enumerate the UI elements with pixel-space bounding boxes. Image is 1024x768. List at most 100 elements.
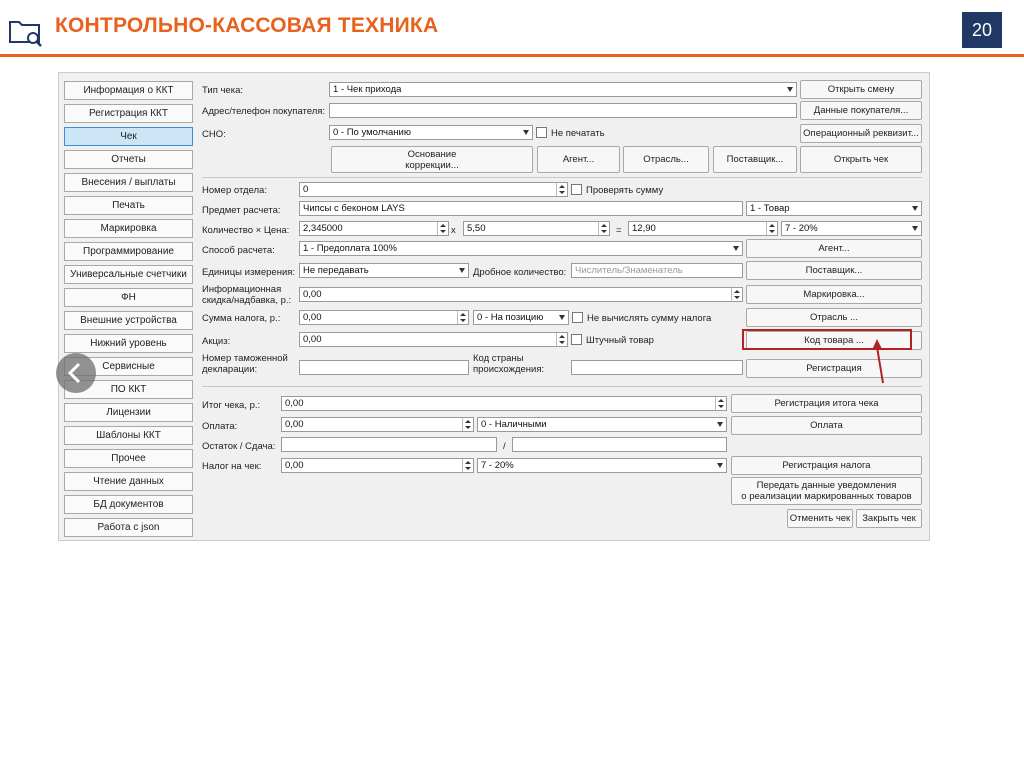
spinner-icon[interactable] (598, 222, 609, 235)
tax-sum-input[interactable]: 0,00 (299, 310, 469, 325)
change-label: Остаток / Сдача: (202, 441, 276, 452)
fraction-input[interactable]: Числитель/Знаменатель (571, 263, 743, 278)
country-label-2: происхождения: (473, 364, 545, 375)
no-print-checkbox[interactable] (536, 127, 547, 138)
header-agent-button[interactable]: Агент... (537, 146, 620, 173)
department-input[interactable]: 0 (299, 182, 568, 197)
sidebar-item-kkt-templates[interactable]: Шаблоны ККТ (64, 426, 193, 445)
spinner-icon[interactable] (556, 183, 567, 196)
vat-value: 7 - 20% (785, 223, 818, 234)
payment-method-select[interactable]: 1 - Предоплата 100% (299, 241, 743, 256)
sidebar-item-external-devices[interactable]: Внешние устройства (64, 311, 193, 330)
sidebar-item-universal-counters[interactable]: Универсальные счетчики (64, 265, 193, 284)
sidebar-item-cash-in-out[interactable]: Внесения / выплаты (64, 173, 193, 192)
spinner-icon[interactable] (437, 222, 448, 235)
check-sum-checkbox[interactable] (571, 184, 582, 195)
cancel-receipt-button[interactable]: Отменить чек (787, 509, 853, 528)
sidebar-item-read-data[interactable]: Чтение данных (64, 472, 193, 491)
total-input[interactable]: 12,90 (628, 221, 778, 236)
open-receipt-button[interactable]: Открыть чек (800, 146, 922, 173)
payment-input[interactable]: 0,00 (281, 417, 474, 432)
tax-system-select[interactable]: 0 - По умолчанию (329, 125, 533, 140)
title-divider (0, 54, 1024, 57)
receipt-total-input[interactable]: 0,00 (281, 396, 727, 411)
no-calc-tax-checkbox[interactable] (572, 312, 583, 323)
sidebar-item-licenses[interactable]: Лицензии (64, 403, 193, 422)
close-receipt-button[interactable]: Закрыть чек (856, 509, 922, 528)
customs-declaration-input[interactable] (299, 360, 469, 375)
register-total-button[interactable]: Регистрация итога чека (731, 394, 922, 413)
remainder-input[interactable] (281, 437, 497, 452)
chevron-down-icon (912, 226, 918, 231)
chevron-down-icon (787, 87, 793, 92)
correction-basis-line1: Основание (407, 149, 457, 160)
spinner-icon[interactable] (715, 397, 726, 410)
slash-separator: / (503, 441, 506, 452)
kkt-app-window: Информация о ККТ Регистрация ККТ Чек Отч… (58, 72, 930, 541)
customs-label-2: декларации: (202, 364, 258, 375)
receipt-total-value: 0,00 (285, 398, 304, 409)
spinner-icon[interactable] (462, 459, 473, 472)
spinner-icon[interactable] (731, 288, 742, 301)
units-select[interactable]: Не передавать (299, 263, 469, 278)
subject-input[interactable]: Чипсы с беконом LAYS (299, 201, 743, 216)
operational-attribute-button[interactable]: Операционный реквизит... (800, 124, 922, 143)
times-sign: x (451, 225, 456, 236)
open-shift-button[interactable]: Открыть смену (800, 80, 922, 99)
quantity-input[interactable]: 2,345000 (299, 221, 449, 236)
price-input[interactable]: 5,50 (463, 221, 610, 236)
sidebar-item-kkt-info[interactable]: Информация о ККТ (64, 81, 193, 100)
slide-title: КОНТРОЛЬНО-КАССОВАЯ ТЕХНИКА (55, 14, 439, 37)
tax-mode-select[interactable]: 0 - На позицию (473, 310, 569, 325)
country-code-input[interactable] (571, 360, 743, 375)
piece-goods-checkbox[interactable] (571, 334, 582, 345)
sidebar-item-fn[interactable]: ФН (64, 288, 193, 307)
excise-input[interactable]: 0,00 (299, 332, 568, 347)
item-industry-button[interactable]: Отрасль ... (746, 308, 922, 327)
subject-type-value: 1 - Товар (750, 203, 790, 214)
sidebar-item-kkt-registration[interactable]: Регистрация ККТ (64, 104, 193, 123)
spinner-icon[interactable] (462, 418, 473, 431)
receipt-type-select[interactable]: 1 - Чек прихода (329, 82, 797, 97)
sidebar-item-print[interactable]: Печать (64, 196, 193, 215)
payment-type-select[interactable]: 0 - Наличными (477, 417, 727, 432)
tax-system-value: 0 - По умолчанию (333, 127, 411, 138)
receipt-tax-rate-select[interactable]: 7 - 20% (477, 458, 727, 473)
subject-type-select[interactable]: 1 - Товар (746, 201, 922, 216)
change-input[interactable] (512, 437, 727, 452)
buyer-contact-input[interactable] (329, 103, 797, 118)
sidebar-item-programming[interactable]: Программирование (64, 242, 193, 261)
item-supplier-button[interactable]: Поставщик... (746, 261, 922, 280)
sidebar-item-reports[interactable]: Отчеты (64, 150, 193, 169)
quantity-value: 2,345000 (303, 223, 343, 234)
correction-basis-button[interactable]: Основание коррекции... (331, 146, 533, 173)
sidebar-item-receipt[interactable]: Чек (64, 127, 193, 146)
receipt-tax-input[interactable]: 0,00 (281, 458, 474, 473)
chevron-down-icon (717, 422, 723, 427)
sidebar-item-other[interactable]: Прочее (64, 449, 193, 468)
sidebar-item-marking[interactable]: Маркировка (64, 219, 193, 238)
marking-button[interactable]: Маркировка... (746, 285, 922, 304)
payment-value: 0,00 (285, 419, 304, 430)
sidebar-item-documents-db[interactable]: БД документов (64, 495, 193, 514)
register-tax-button[interactable]: Регистрация налога (731, 456, 922, 475)
department-value: 0 (303, 184, 309, 195)
marked-goods-notification-button[interactable]: Передать данные уведомления о реализации … (731, 477, 922, 505)
sidebar-item-low-level[interactable]: Нижний уровень (64, 334, 193, 353)
buyer-data-button[interactable]: Данные покупателя... (800, 101, 922, 120)
header-industry-button[interactable]: Отрасль... (623, 146, 709, 173)
spinner-icon[interactable] (457, 311, 468, 324)
page-number: 20 (962, 12, 1002, 48)
payment-button[interactable]: Оплата (731, 416, 922, 435)
previous-slide-button[interactable] (56, 353, 96, 393)
receipt-type-label: Тип чека: (202, 85, 243, 96)
item-agent-button[interactable]: Агент... (746, 239, 922, 258)
spinner-icon[interactable] (556, 333, 567, 346)
sidebar-item-json[interactable]: Работа с json (64, 518, 193, 537)
receipt-tax-value: 0,00 (285, 460, 304, 471)
info-discount-input[interactable]: 0,00 (299, 287, 743, 302)
spinner-icon[interactable] (766, 222, 777, 235)
receipt-tax-rate-value: 7 - 20% (481, 460, 514, 471)
header-supplier-button[interactable]: Поставщик... (713, 146, 797, 173)
vat-select[interactable]: 7 - 20% (781, 221, 922, 236)
